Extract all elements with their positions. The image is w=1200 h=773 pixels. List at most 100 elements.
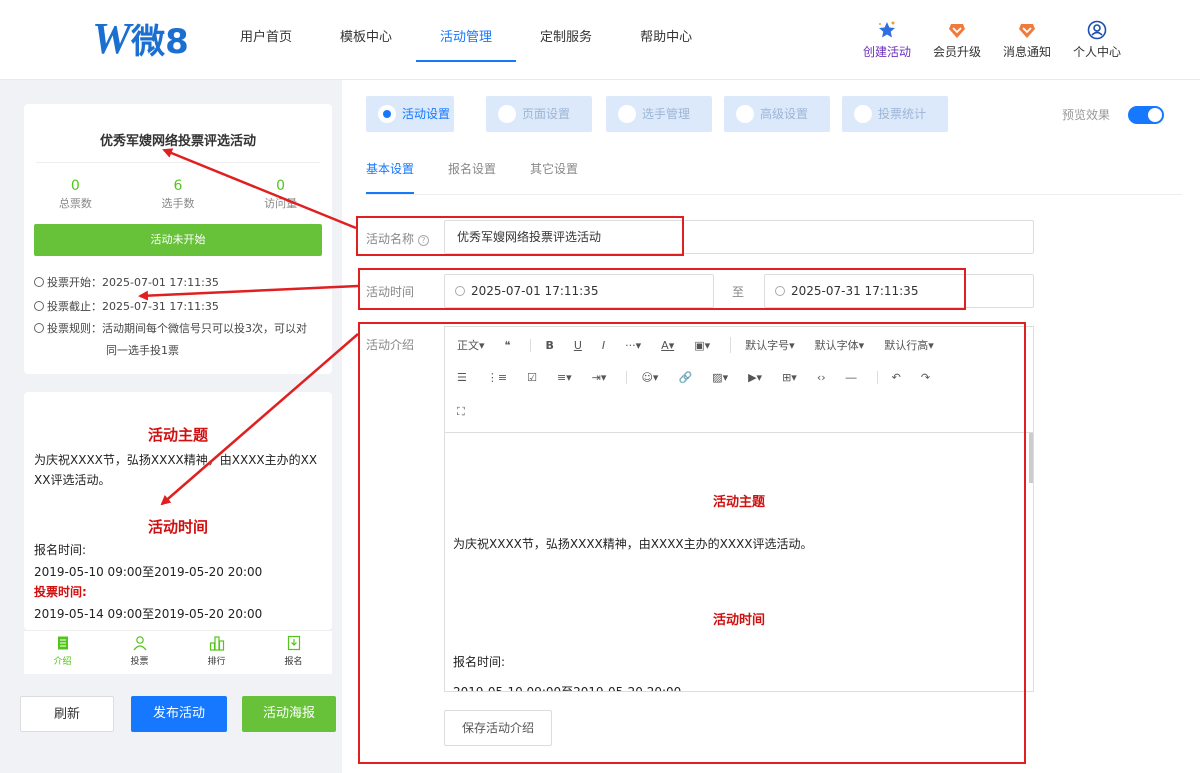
tab-signup[interactable]: 报名	[264, 631, 324, 674]
activity-time-label: 活动时间	[366, 285, 415, 299]
nav-home[interactable]: 用户首页	[216, 0, 316, 62]
user-icon	[133, 636, 146, 651]
logo[interactable]: W 微8	[92, 14, 189, 63]
font-family-dropdown[interactable]: 默认字体▾	[815, 337, 865, 353]
activity-status-bar: 活动未开始	[34, 224, 322, 256]
redo-icon[interactable]: ↷	[921, 371, 930, 384]
subtab-divider	[366, 194, 1182, 195]
divider-icon[interactable]: ―	[846, 371, 857, 384]
vote-time: 2019-05-14 09:00至2019-05-20 20:00	[34, 607, 263, 621]
subtab-basic-settings[interactable]: 基本设置	[366, 160, 414, 177]
emoji-icon[interactable]: ☺▾	[626, 371, 658, 384]
vote-rule-text: 投票规则：活动期间每个微信号只可以投3次，可以对	[47, 322, 307, 335]
tab-intro[interactable]: 介绍	[33, 631, 93, 674]
numbered-list-icon[interactable]: ⋮≡	[487, 371, 507, 384]
quote-icon[interactable]: ❝	[505, 339, 511, 352]
paragraph-style-dropdown[interactable]: 正文▾	[457, 337, 485, 353]
nav-help-center[interactable]: 帮助中心	[616, 0, 716, 62]
intro-heading-theme: 活动主题	[147, 426, 208, 444]
table-icon[interactable]: ⊞▾	[782, 371, 797, 384]
top-header: W 微8 用户首页 模板中心 活动管理 定制服务 帮助中心 创建活动 会员升级 …	[0, 0, 1200, 80]
subtab-signup-settings[interactable]: 报名设置	[448, 160, 496, 177]
notifications-button[interactable]: 消息通知	[992, 20, 1062, 60]
user-icon	[618, 104, 636, 123]
nav-activity-management[interactable]: 活动管理	[416, 0, 517, 62]
header-actions: 创建活动 会员升级 消息通知 个人中心	[852, 20, 1132, 60]
nav-templates[interactable]: 模板中心	[316, 0, 416, 62]
clock-icon	[34, 301, 44, 311]
info-icon	[34, 323, 44, 333]
stat-label: 选手数	[161, 197, 195, 210]
stat-visits: 0 访问量	[236, 178, 326, 211]
toolbar-row-3: ⛶	[457, 405, 485, 419]
todo-list-icon[interactable]: ☑	[527, 371, 537, 384]
activity-poster-button[interactable]: 活动海报	[242, 696, 336, 732]
vote-end-text: 投票截止：2025-07-31 17:11:35	[47, 300, 219, 313]
vote-rule-line: 投票规则：活动期间每个微信号只可以投3次，可以对	[34, 320, 307, 336]
stat-value: 6	[173, 178, 183, 194]
end-time-picker[interactable]: 2025-07-31 17:11:35	[764, 274, 1034, 308]
clock-icon	[455, 286, 465, 296]
tab-page-settings[interactable]: 页面设置	[486, 96, 592, 132]
font-size-dropdown[interactable]: 默认字号▾	[730, 337, 795, 353]
main-nav: 用户首页 模板中心 活动管理 定制服务 帮助中心	[216, 0, 716, 62]
undo-icon[interactable]: ↶	[876, 371, 901, 384]
align-dropdown-icon[interactable]: ≡▾	[557, 371, 572, 384]
stat-label: 总票数	[58, 197, 92, 210]
personal-center-label: 个人中心	[1072, 45, 1121, 59]
nav-custom-service[interactable]: 定制服务	[516, 0, 616, 62]
activity-name-input[interactable]: 优秀军嫂网络投票评选活动	[444, 220, 1034, 254]
fullscreen-icon[interactable]: ⛶	[457, 405, 465, 419]
clock-icon	[34, 277, 44, 287]
vote-end-line: 投票截止：2025-07-31 17:11:35	[34, 298, 219, 314]
logo-text: 微8	[131, 21, 189, 62]
publish-activity-button[interactable]: 发布活动	[131, 696, 227, 732]
rich-text-editor[interactable]: 正文▾ ❝ B U I ···▾ A▾ ▣▾ 默认字号▾ 默认字体▾ 默认行高▾…	[444, 326, 1034, 692]
image-icon[interactable]: ▨▾	[712, 371, 728, 384]
personal-center-button[interactable]: 个人中心	[1062, 20, 1132, 60]
link-icon[interactable]: 🔗	[678, 371, 692, 384]
tab-vote-statistics[interactable]: 投票统计	[842, 96, 948, 132]
tab-label: 排行	[207, 657, 226, 667]
editor-signup-time: 2019-05-10 09:00至2019-05-20 20:00	[453, 685, 682, 692]
tab-label: 选手管理	[642, 107, 691, 121]
video-icon[interactable]: ▶▾	[748, 371, 762, 384]
settings-panel: 活动设置 页面设置 选手管理 高级设置 投票统计 预览效果 基本设置 报名设置 …	[342, 80, 1200, 773]
help-icon[interactable]: ?	[417, 235, 429, 246]
tab-contestant-management[interactable]: 选手管理	[606, 96, 712, 132]
save-intro-button[interactable]: 保存活动介绍	[444, 710, 552, 746]
activity-intro-preview: 活动主题 为庆祝XXXX节，弘扬XXXX精神，由XXXX主办的XX XX评选活动…	[24, 392, 332, 630]
font-color-dropdown[interactable]: A▾	[661, 339, 674, 352]
stat-value: 0	[276, 178, 286, 194]
italic-icon[interactable]: I	[602, 339, 605, 352]
stat-contestants: 6 选手数	[133, 178, 223, 211]
bold-icon[interactable]: B	[530, 338, 554, 352]
tab-advanced-settings[interactable]: 高级设置	[724, 96, 830, 132]
document-icon	[57, 636, 68, 650]
vote-start-line: 投票开始：2025-07-01 17:11:35	[34, 274, 219, 290]
tab-label: 页面设置	[522, 107, 571, 121]
end-time-value: 2025-07-31 17:11:35	[791, 284, 919, 298]
tab-activity-settings[interactable]: 活动设置	[366, 96, 454, 132]
editor-heading-time: 活动时间	[712, 613, 765, 628]
refresh-button[interactable]: 刷新	[20, 696, 114, 732]
underline-icon[interactable]: U	[574, 339, 582, 352]
user-circle-icon	[1087, 20, 1107, 40]
subtab-other-settings[interactable]: 其它设置	[530, 160, 578, 177]
indent-dropdown-icon[interactable]: ⇥▾	[592, 371, 607, 384]
tab-ranking[interactable]: 排行	[187, 631, 247, 674]
tab-vote[interactable]: 投票	[110, 631, 170, 674]
more-styles-dropdown[interactable]: ···▾	[625, 339, 641, 352]
line-height-dropdown[interactable]: 默认行高▾	[884, 337, 934, 353]
member-upgrade-button[interactable]: 会员升级	[922, 20, 992, 60]
background-color-dropdown[interactable]: ▣▾	[694, 339, 710, 352]
preview-toggle[interactable]	[1128, 106, 1164, 124]
create-activity-button[interactable]: 创建活动	[852, 20, 922, 60]
code-icon[interactable]: ‹›	[817, 371, 826, 384]
toolbar-row-2: ☰ ⋮≡ ☑ ≡▾ ⇥▾ ☺▾ 🔗 ▨▾ ▶▾ ⊞▾ ‹› ― ↶ ↷	[457, 371, 950, 384]
bullet-list-icon[interactable]: ☰	[457, 371, 467, 384]
editor-scrollbar[interactable]	[1029, 433, 1033, 483]
preview-bottom-tabs: 介绍 投票 排行 报名	[24, 630, 332, 674]
start-time-picker[interactable]: 2025-07-01 17:11:35	[444, 274, 714, 308]
intro-heading-time: 活动时间	[147, 518, 208, 536]
